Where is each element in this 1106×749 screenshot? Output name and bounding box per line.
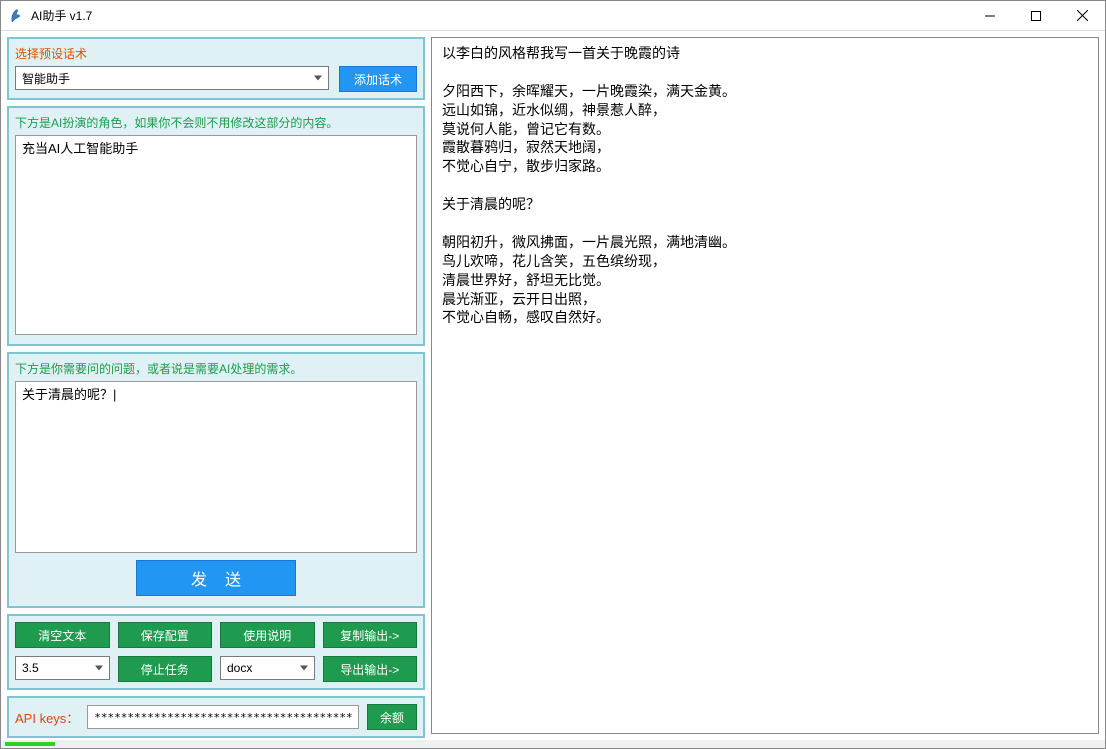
api-key-input[interactable] <box>87 705 359 729</box>
statusbar <box>1 740 1105 748</box>
export-output-button[interactable]: 导出输出-> <box>323 656 418 682</box>
api-label: API keys： <box>15 708 79 727</box>
right-panel: 以李白的风格帮我写一首关于晚霞的诗 夕阳西下，余晖耀天，一片晚霞染，满天金黄。 … <box>431 31 1105 740</box>
add-preset-button[interactable]: 添加话术 <box>339 66 417 92</box>
progress-bar <box>5 742 55 746</box>
role-panel: 下方是AI扮演的角色，如果你不会则不用修改这部分的内容。 <box>7 106 425 346</box>
question-panel: 下方是你需要问的问题，或者说是需要AI处理的需求。 发送 <box>7 352 425 608</box>
role-textarea[interactable] <box>15 135 417 335</box>
titlebar: AI助手 v1.7 <box>1 1 1105 31</box>
app-icon <box>9 8 25 24</box>
stop-task-button[interactable]: 停止任务 <box>118 656 213 682</box>
maximize-button[interactable] <box>1013 1 1059 31</box>
send-button[interactable]: 发送 <box>136 560 296 596</box>
preset-combo[interactable]: 智能助手 <box>15 66 329 90</box>
usage-button[interactable]: 使用说明 <box>220 622 315 648</box>
output-textbox[interactable]: 以李白的风格帮我写一首关于晚霞的诗 夕阳西下，余晖耀天，一片晚霞染，满天金黄。 … <box>431 37 1099 734</box>
preset-label: 选择预设话术 <box>15 45 417 62</box>
format-combo[interactable]: docx <box>220 656 315 680</box>
clear-text-button[interactable]: 清空文本 <box>15 622 110 648</box>
question-label: 下方是你需要问的问题，或者说是需要AI处理的需求。 <box>15 360 417 377</box>
copy-output-button[interactable]: 复制输出-> <box>323 622 418 648</box>
save-config-button[interactable]: 保存配置 <box>118 622 213 648</box>
left-panel: 选择预设话术 智能助手 添加话术 下方是AI扮演的角色，如果你不会则不用修改这部… <box>1 31 431 740</box>
window-controls <box>967 1 1105 31</box>
format-selected: docx <box>227 661 252 675</box>
version-selected: 3.5 <box>22 661 39 675</box>
question-textarea[interactable] <box>15 381 417 553</box>
api-panel: API keys： 余额 <box>7 696 425 738</box>
window-title: AI助手 v1.7 <box>31 7 967 24</box>
minimize-button[interactable] <box>967 1 1013 31</box>
version-combo[interactable]: 3.5 <box>15 656 110 680</box>
preset-panel: 选择预设话术 智能助手 添加话术 <box>7 37 425 100</box>
close-button[interactable] <box>1059 1 1105 31</box>
controls-panel: 清空文本 保存配置 使用说明 复制输出-> 3.5 停止任务 docx 导出输出… <box>7 614 425 690</box>
preset-selected: 智能助手 <box>22 70 70 87</box>
role-label: 下方是AI扮演的角色，如果你不会则不用修改这部分的内容。 <box>15 114 417 131</box>
balance-button[interactable]: 余额 <box>367 704 417 730</box>
